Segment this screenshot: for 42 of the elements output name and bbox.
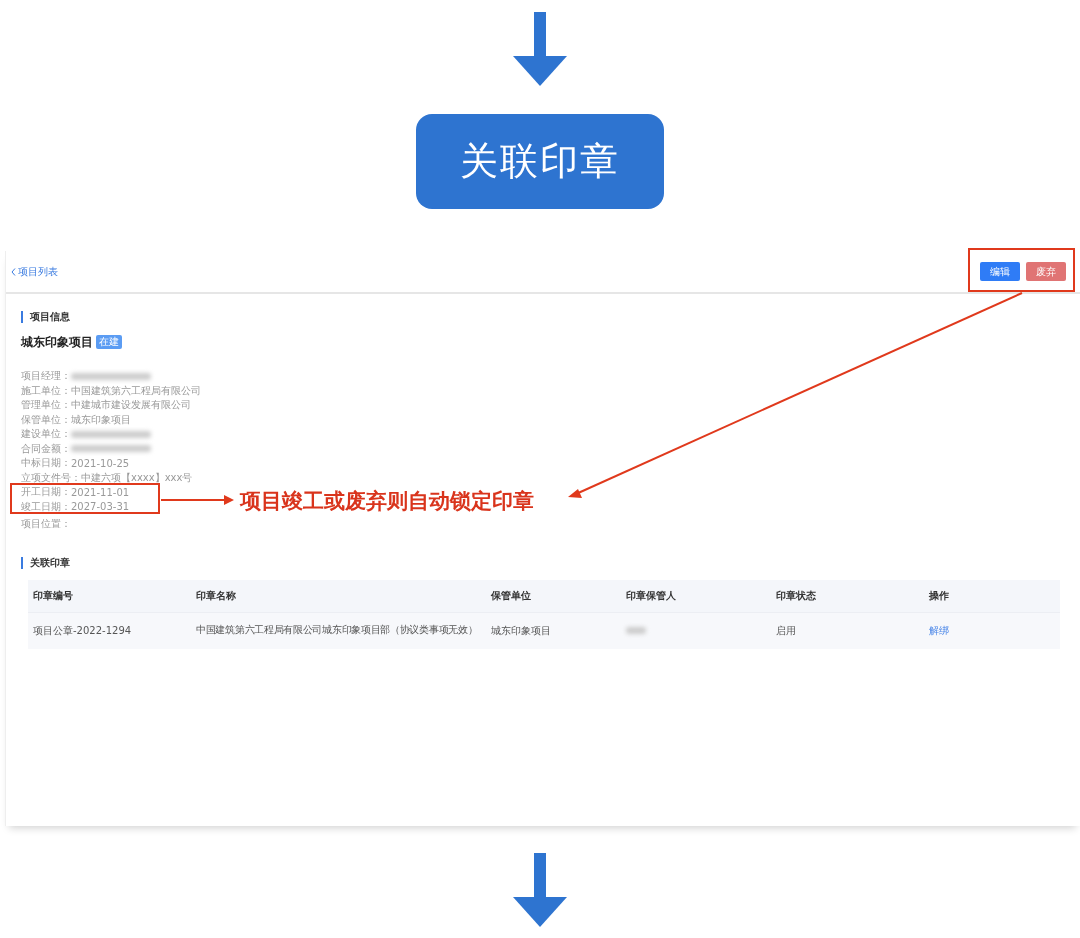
field-label: 施工单位： xyxy=(21,383,71,398)
field-label: 建设单位： xyxy=(21,427,71,442)
column-header: 保管单位 xyxy=(491,588,532,603)
field-label: 开工日期： xyxy=(21,485,71,500)
field-label: 保管单位： xyxy=(21,412,71,427)
field-value: 2027-03-31 xyxy=(71,501,130,513)
edit-button[interactable]: 编辑 xyxy=(980,262,1020,281)
section-title: 关联印章 xyxy=(30,555,70,570)
status-badge: 在建 xyxy=(96,335,122,349)
section-title: 项目信息 xyxy=(30,310,70,324)
field-value: 中建城市建设发展有限公司 xyxy=(71,398,191,413)
table-cell-text: 启用 xyxy=(776,623,797,638)
unbind-link[interactable]: 解绑 xyxy=(929,624,949,636)
table-cell-text: 城东印象项目 xyxy=(491,623,552,638)
down-arrow-icon xyxy=(513,12,567,86)
field-label: 中标日期： xyxy=(21,456,71,471)
annotation-text: 项目竣工或废弃则自动锁定印章 xyxy=(240,488,534,515)
field-label: 项目位置： xyxy=(21,517,71,532)
column-header: 印章保管人 xyxy=(626,588,677,603)
field-label: 项目经理： xyxy=(21,369,71,384)
field-value: 2021-11-01 xyxy=(71,486,130,498)
column-header: 印章名称 xyxy=(196,588,237,603)
field-value: 城东印象项目 xyxy=(71,412,131,427)
field-label: 立项文件号： xyxy=(21,470,81,485)
field-value: 中国建筑第六工程局有限公司 xyxy=(71,383,201,398)
column-header: 印章状态 xyxy=(776,588,817,603)
column-header: 印章编号 xyxy=(33,588,74,603)
back-link[interactable]: 项目列表 xyxy=(11,264,58,279)
chevron-left-icon xyxy=(11,267,16,276)
down-arrow-icon xyxy=(513,853,567,927)
table-cell-text: 项目公章-2022-1294 xyxy=(33,623,133,638)
field-value: 2021-10-25 xyxy=(71,457,130,469)
field-label: 竣工日期： xyxy=(21,499,71,514)
project-name: 城东印象项目 xyxy=(21,333,93,351)
flow-step-box: 关联印章 xyxy=(416,114,664,209)
field-label: 合同金额： xyxy=(21,441,71,456)
field-label: 管理单位： xyxy=(21,398,71,413)
column-header: 操作 xyxy=(929,588,950,603)
table-cell-text: 中国建筑第六工程局有限公司城东印象项目部（协议类事项无效） xyxy=(196,624,479,637)
field-value: 中建六项【xxxx】xxx号 xyxy=(81,470,193,485)
discard-button[interactable]: 废弃 xyxy=(1026,262,1066,281)
redacted-value xyxy=(626,627,646,634)
